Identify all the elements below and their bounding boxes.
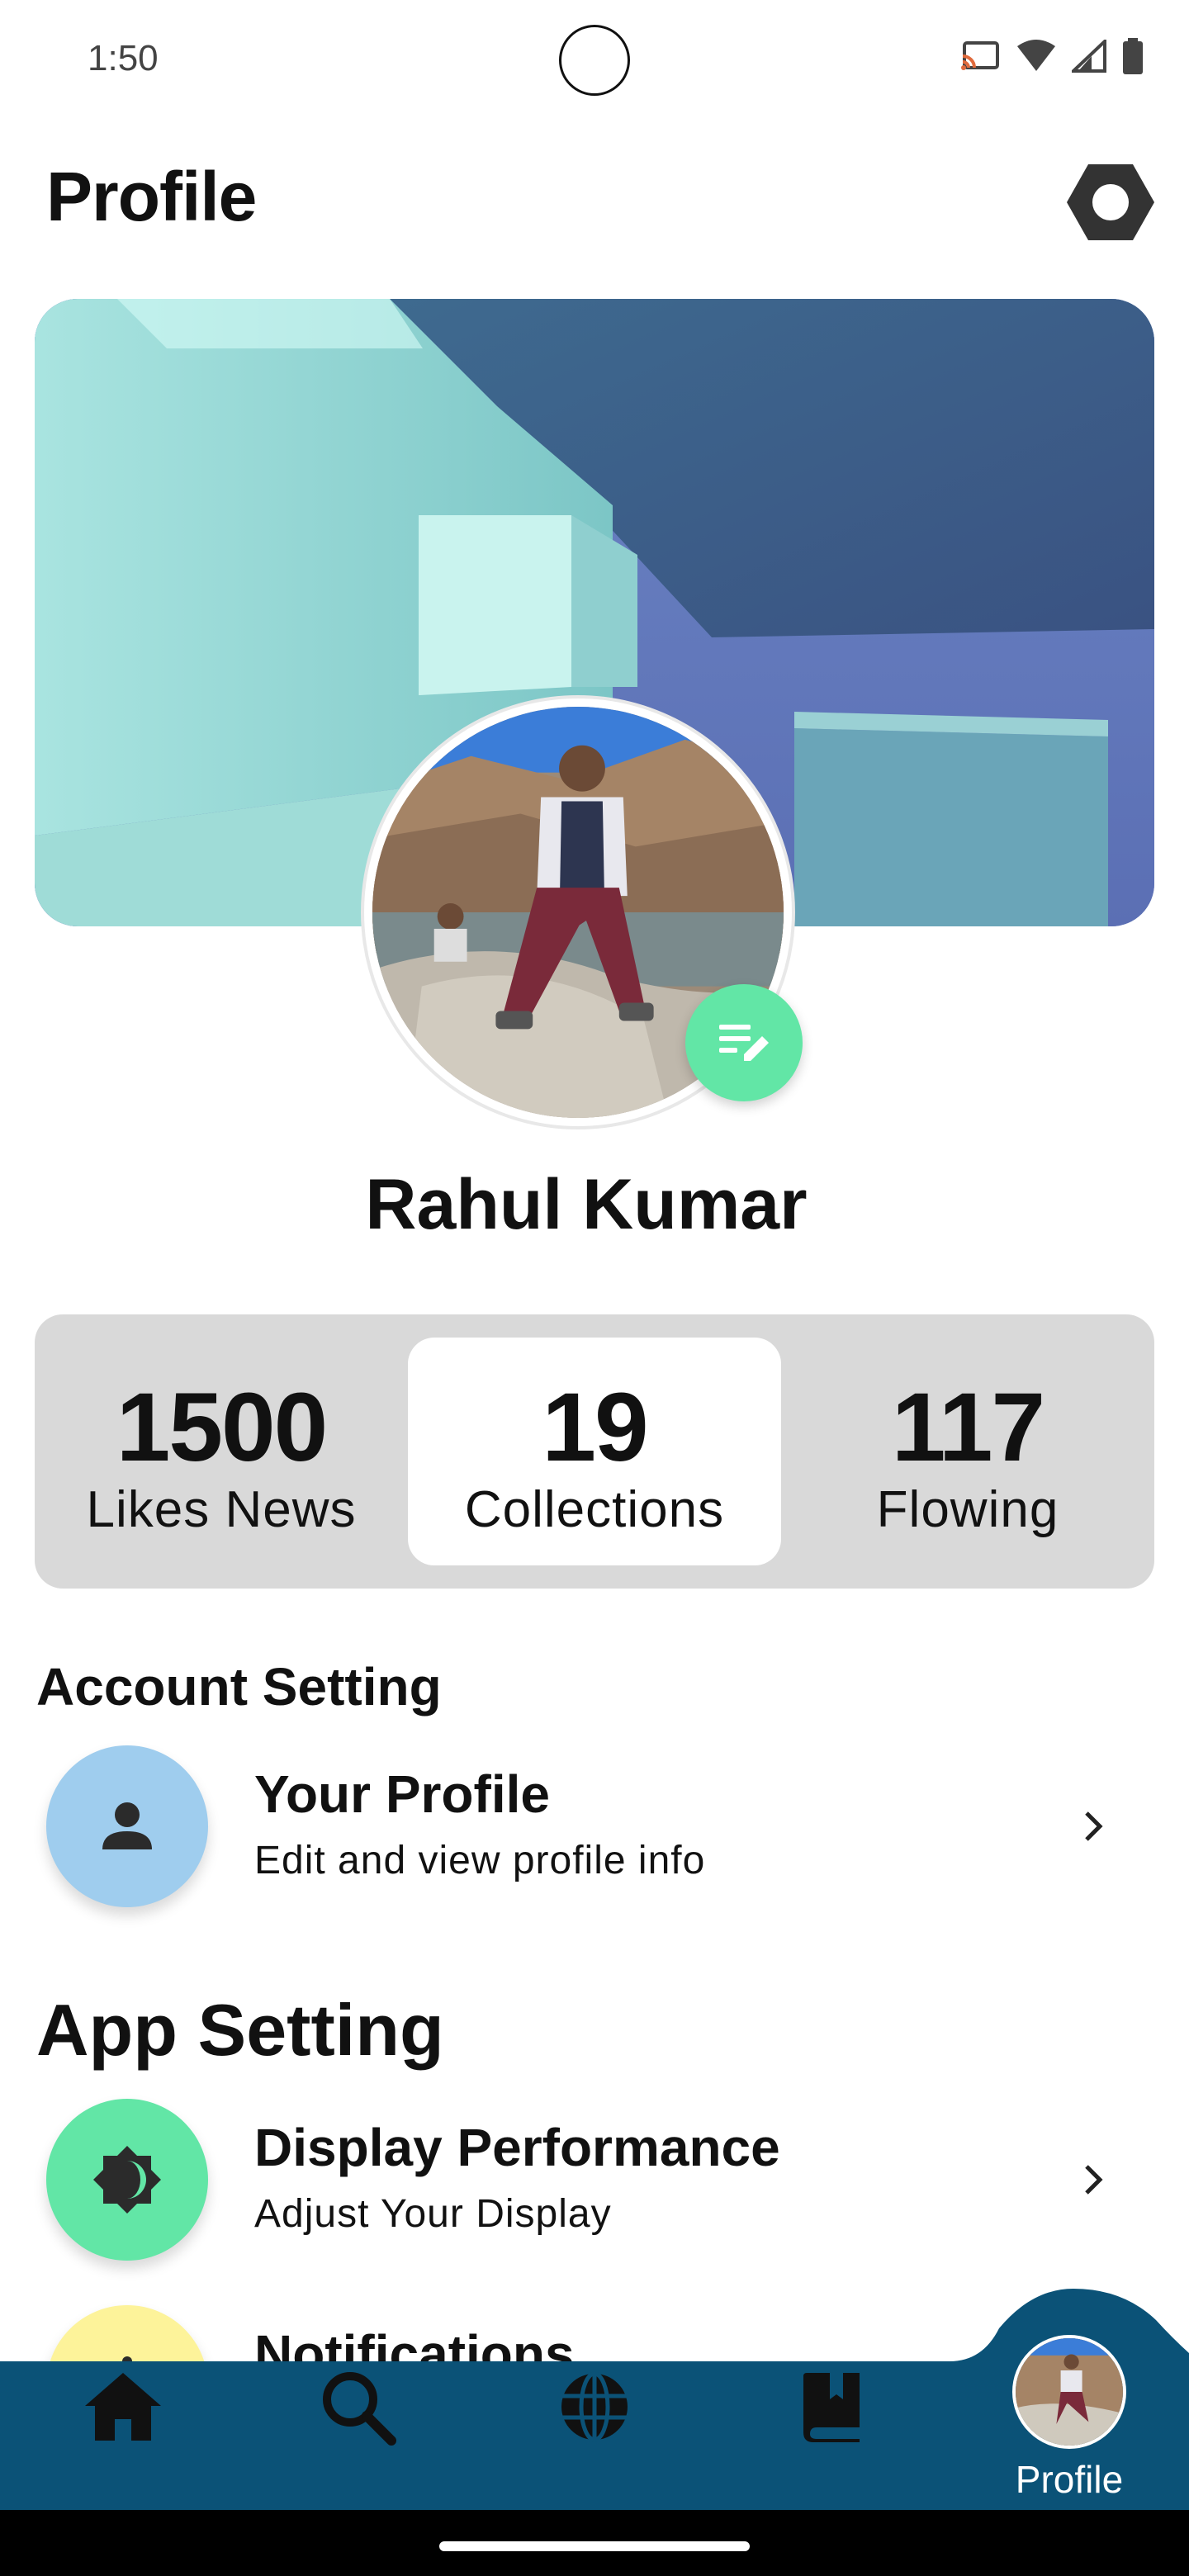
profile-name: Rahul Kumar (365, 1165, 808, 1244)
stat-label: Collections (464, 1481, 725, 1538)
stat-value: 1500 (116, 1373, 329, 1482)
section-title-app: App Setting (36, 1989, 444, 2071)
stat-flowing[interactable]: 117 Flowing (781, 1338, 1154, 1565)
cast-icon (959, 38, 1001, 74)
nav-bookmarks[interactable] (788, 2361, 879, 2452)
bookmark-book-icon (803, 2373, 860, 2442)
settings-button[interactable] (1065, 157, 1156, 248)
stat-collections[interactable]: 19 Collections (408, 1338, 781, 1565)
nav-home[interactable] (78, 2361, 168, 2452)
stat-value: 19 (542, 1373, 648, 1482)
section-title-account: Account Setting (36, 1657, 442, 1717)
nav-profile[interactable]: Profile (983, 2320, 1156, 2502)
wifi-icon (1016, 38, 1057, 74)
nav-globe[interactable] (549, 2361, 640, 2452)
setting-subtitle: Adjust Your Display (254, 2192, 612, 2236)
search-icon (323, 2372, 396, 2446)
setting-title: Display Performance (254, 2118, 780, 2177)
chevron-right-icon (1067, 1800, 1120, 1853)
camera-cutout (559, 25, 630, 96)
status-bar: 1:50 (0, 0, 1189, 124)
gesture-bar (0, 2510, 1189, 2576)
edit-note-icon (719, 1025, 769, 1061)
stat-value: 117 (891, 1373, 1045, 1482)
status-time: 1:50 (88, 38, 159, 78)
gesture-handle[interactable] (439, 2541, 750, 2551)
globe-icon (561, 2371, 628, 2442)
setting-display-performance[interactable]: Display Performance Adjust Your Display (46, 2099, 1153, 2264)
stats-panel: 1500 Likes News 19 Collections 117 Flowi… (35, 1314, 1154, 1589)
chevron-right-icon (1067, 2153, 1120, 2206)
setting-subtitle: Edit and view profile info (254, 1839, 706, 1882)
nav-search[interactable] (312, 2361, 403, 2452)
person-icon (46, 1745, 208, 1907)
brightness-icon (46, 2099, 208, 2261)
battery-icon (1121, 38, 1144, 74)
edit-profile-button[interactable] (685, 984, 803, 1101)
stat-label: Likes News (86, 1481, 357, 1538)
setting-your-profile[interactable]: Your Profile Edit and view profile info (46, 1745, 1153, 1911)
setting-title: Your Profile (254, 1764, 550, 1824)
nav-avatar (1012, 2335, 1126, 2449)
page-title: Profile (46, 158, 257, 235)
home-icon (85, 2373, 161, 2441)
signal-icon (1072, 38, 1106, 74)
stat-label: Flowing (876, 1481, 1059, 1538)
status-icons (959, 38, 1144, 74)
settings-hex-icon (1067, 164, 1154, 240)
stat-likes-news[interactable]: 1500 Likes News (35, 1338, 408, 1565)
nav-profile-label: Profile (1015, 2458, 1124, 2501)
